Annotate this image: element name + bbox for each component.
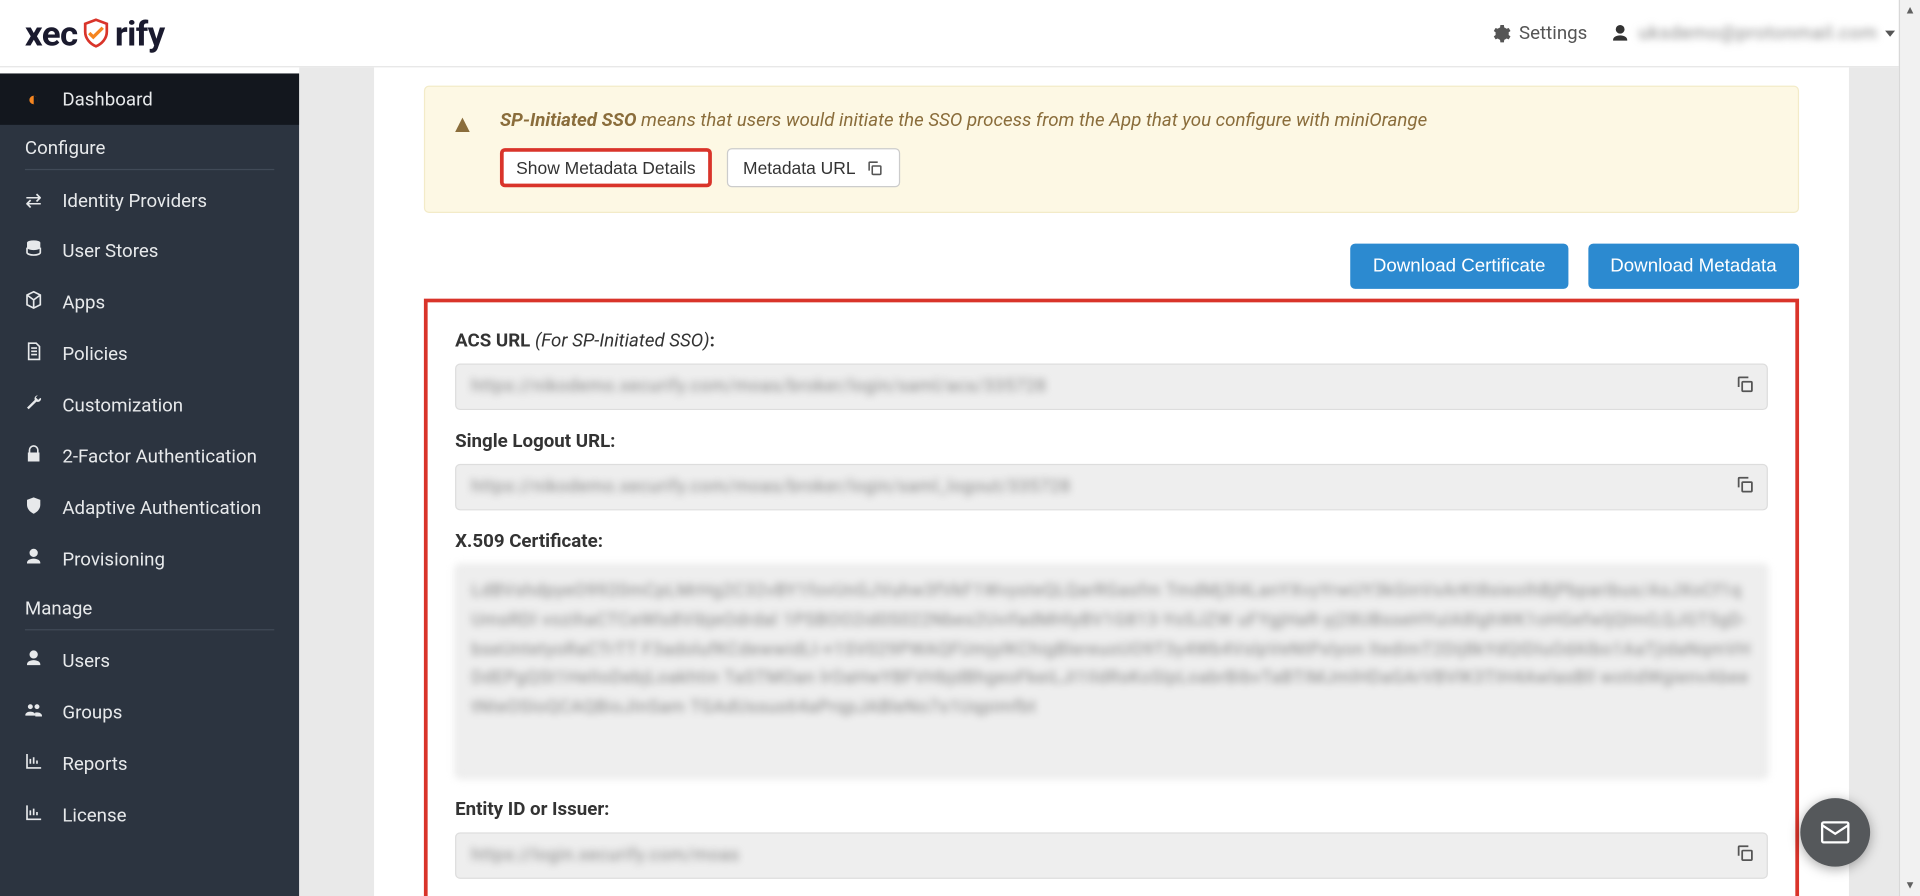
- sidebar-item-users[interactable]: Users: [0, 635, 299, 686]
- user-icon: [22, 649, 44, 673]
- copy-acs-button[interactable]: [1734, 374, 1755, 400]
- sidebar-label: Users: [62, 650, 110, 672]
- sidebar-label: Reports: [62, 753, 127, 775]
- sidebar-label: Identity Providers: [62, 189, 207, 211]
- settings-link[interactable]: Settings: [1490, 22, 1587, 44]
- sidebar-label: Provisioning: [62, 548, 165, 570]
- gear-icon: [1490, 23, 1511, 44]
- sidebar: ◐ Dashboard Configure ⇄ Identity Provide…: [0, 73, 299, 896]
- logo-icon: [80, 17, 112, 49]
- copy-icon: [866, 159, 885, 177]
- shield-icon: [22, 496, 44, 520]
- chart-icon: [22, 803, 44, 827]
- slo-url-field[interactable]: https://nikodemo.xecurify.com/moas/broke…: [455, 464, 1768, 511]
- user-icon: [22, 547, 44, 571]
- chart-icon: [22, 752, 44, 776]
- mail-icon: [1818, 815, 1853, 849]
- user-email: uksdemo@protonmail.com: [1638, 22, 1877, 44]
- document-icon: [22, 342, 44, 366]
- btn-label: Download Metadata: [1610, 256, 1776, 277]
- sidebar-item-provisioning[interactable]: Provisioning: [0, 534, 299, 585]
- cube-icon: [22, 290, 44, 314]
- sidebar-label: 2-Factor Authentication: [62, 446, 257, 468]
- sidebar-item-policies[interactable]: Policies: [0, 328, 299, 379]
- copy-icon: [1734, 374, 1755, 395]
- sidebar-item-adaptive[interactable]: Adaptive Authentication: [0, 482, 299, 533]
- main-area: ▲ SP-Initiated SSO means that users woul…: [299, 67, 1899, 896]
- mail-fab[interactable]: [1800, 798, 1870, 867]
- download-row: Download Certificate Download Metadata: [424, 244, 1799, 289]
- sidebar-item-license[interactable]: License: [0, 790, 299, 841]
- alert-text: SP-Initiated SSO means that users would …: [500, 109, 1770, 131]
- topbar: xec rify Settings uksdemo@protonmail.com: [0, 0, 1920, 67]
- scroll-down-icon[interactable]: ▼: [1900, 875, 1920, 896]
- alert-text-strong: SP-Initiated SSO: [500, 109, 637, 131]
- cert-textarea[interactable]: LdBVshdpyeO9920mCpLMrHg2C32vBY1fovUnGJVu…: [455, 564, 1768, 778]
- group-icon: [22, 700, 44, 724]
- entity-field[interactable]: https://login.xecurify.com/moas: [455, 832, 1768, 879]
- sidebar-item-idp[interactable]: ⇄ Identity Providers: [0, 175, 299, 225]
- sidebar-item-userstores[interactable]: User Stores: [0, 225, 299, 276]
- download-certificate-button[interactable]: Download Certificate: [1350, 244, 1567, 289]
- show-metadata-button[interactable]: Show Metadata Details: [500, 148, 712, 187]
- logo: xec rify: [25, 13, 165, 53]
- sidebar-label: Adaptive Authentication: [62, 497, 261, 519]
- entity-label: Entity ID or Issuer:: [455, 798, 1768, 820]
- sidebar-label: Groups: [62, 701, 122, 723]
- sidebar-item-2fa[interactable]: 2-Factor Authentication: [0, 431, 299, 482]
- sidebar-item-dashboard[interactable]: ◐ Dashboard: [0, 73, 299, 124]
- sidebar-section-manage: Manage: [25, 585, 274, 630]
- sidebar-item-apps[interactable]: Apps: [0, 277, 299, 328]
- sidebar-label: Apps: [62, 291, 105, 313]
- content-card: ▲ SP-Initiated SSO means that users woul…: [374, 67, 1849, 896]
- caret-down-icon: [1885, 30, 1895, 36]
- metadata-details-box: ACS URL (For SP-Initiated SSO): https://…: [424, 299, 1799, 896]
- lock-icon: [22, 444, 44, 468]
- btn-label: Metadata URL: [743, 158, 856, 178]
- cert-group: X.509 Certificate: LdBVshdpyeO9920mCpLMr…: [455, 530, 1768, 778]
- dashboard-icon: ◐: [22, 87, 44, 111]
- copy-slo-button[interactable]: [1734, 474, 1755, 500]
- sidebar-label: Dashboard: [62, 88, 152, 110]
- acs-url-field[interactable]: https://nikodemo.xecurify.com/moas/broke…: [455, 364, 1768, 411]
- user-menu[interactable]: uksdemo@protonmail.com: [1610, 22, 1895, 44]
- sidebar-label: License: [62, 804, 126, 826]
- swap-icon: ⇄: [22, 189, 44, 212]
- download-metadata-button[interactable]: Download Metadata: [1588, 244, 1799, 289]
- warning-icon: ▲: [450, 109, 475, 140]
- sidebar-label: Customization: [62, 394, 183, 416]
- sp-initiated-alert: ▲ SP-Initiated SSO means that users woul…: [424, 86, 1799, 213]
- acs-url-value: https://nikodemo.xecurify.com/moas/broke…: [471, 377, 1046, 397]
- sidebar-section-configure: Configure: [25, 125, 274, 170]
- copy-icon: [1734, 843, 1755, 864]
- slo-url-value: https://nikodemo.xecurify.com/moas/broke…: [471, 477, 1071, 497]
- copy-icon: [1734, 474, 1755, 495]
- cert-label: X.509 Certificate:: [455, 530, 1768, 552]
- slo-url-label: Single Logout URL:: [455, 430, 1768, 452]
- logo-text-post: rify: [115, 13, 165, 53]
- copy-entity-button[interactable]: [1734, 843, 1755, 869]
- page-scrollbar[interactable]: ▲ ▼: [1899, 0, 1920, 896]
- sidebar-item-reports[interactable]: Reports: [0, 738, 299, 789]
- acs-url-group: ACS URL (For SP-Initiated SSO): https://…: [455, 329, 1768, 410]
- settings-label: Settings: [1519, 22, 1587, 44]
- entity-value: https://login.xecurify.com/moas: [471, 846, 739, 866]
- entity-group: Entity ID or Issuer: https://login.xecur…: [455, 798, 1768, 879]
- sidebar-label: Policies: [62, 343, 127, 365]
- user-icon: [1610, 23, 1631, 44]
- scroll-up-icon[interactable]: ▲: [1900, 0, 1920, 21]
- btn-label: Download Certificate: [1373, 256, 1546, 277]
- sidebar-label: User Stores: [62, 240, 158, 262]
- database-icon: [22, 239, 44, 263]
- sidebar-item-groups[interactable]: Groups: [0, 687, 299, 738]
- acs-url-label: ACS URL (For SP-Initiated SSO):: [455, 329, 1768, 351]
- btn-label: Show Metadata Details: [516, 158, 695, 178]
- alert-text-body: means that users would initiate the SSO …: [636, 109, 1427, 131]
- logo-text-pre: xec: [25, 13, 78, 53]
- wrench-icon: [22, 393, 44, 417]
- sidebar-item-customization[interactable]: Customization: [0, 379, 299, 430]
- metadata-url-button[interactable]: Metadata URL: [727, 148, 901, 187]
- slo-url-group: Single Logout URL: https://nikodemo.xecu…: [455, 430, 1768, 511]
